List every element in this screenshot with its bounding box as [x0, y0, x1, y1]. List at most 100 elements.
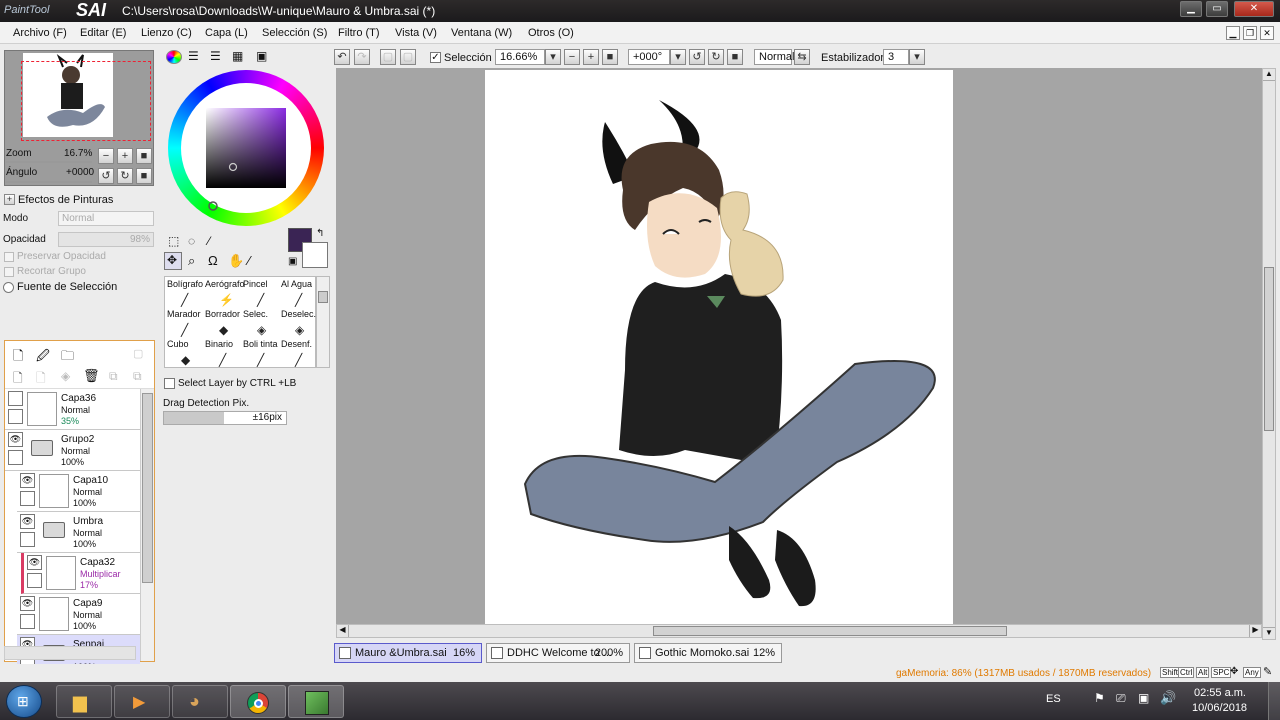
- hsv-slider-tab-icon[interactable]: ☰: [210, 49, 221, 63]
- invert-selection-button[interactable]: ▢: [400, 49, 416, 65]
- transfer-down-icon[interactable]: 🗋: [13, 369, 23, 390]
- swap-colors-icon[interactable]: ↰: [316, 228, 324, 239]
- layer-copy-icon[interactable]: ⧉: [109, 369, 118, 384]
- visibility-toggle-icon[interactable]: 👁: [20, 596, 35, 611]
- menu-editar[interactable]: Editar (E): [80, 27, 126, 39]
- visibility-toggle-icon[interactable]: 👁: [20, 473, 35, 488]
- brush-slot[interactable]: Deselec. ◈: [281, 309, 321, 339]
- rotate-left-button[interactable]: ↺: [98, 168, 114, 184]
- layer-lock-checkbox[interactable]: [27, 573, 42, 588]
- visibility-toggle-icon[interactable]: 👁: [8, 432, 23, 447]
- brush-slot[interactable]: Borrador ◆: [205, 309, 245, 339]
- undo-button[interactable]: ↶: [334, 49, 350, 65]
- swatches-tab-icon[interactable]: ▦: [232, 49, 243, 63]
- zoom-field[interactable]: 16.66%: [495, 49, 545, 65]
- menu-capa[interactable]: Capa (L): [205, 27, 248, 39]
- vscroll-up-icon[interactable]: ▲: [1263, 69, 1275, 81]
- brush-slot[interactable]: Al Agua ╱: [281, 279, 321, 309]
- doc-tab-1[interactable]: Mauro &Umbra.sai 16%: [334, 643, 482, 663]
- language-indicator[interactable]: ES: [1046, 693, 1061, 705]
- visibility-toggle-icon[interactable]: [8, 391, 23, 406]
- taskbar-media-player[interactable]: ▶: [114, 685, 170, 718]
- move-tool-icon[interactable]: ✥: [164, 252, 182, 270]
- hscroll-thumb[interactable]: [653, 626, 1007, 636]
- layer-option-icon[interactable]: ▢: [133, 347, 143, 360]
- redo-button[interactable]: ↷: [354, 49, 370, 65]
- visibility-toggle-icon[interactable]: 👁: [20, 514, 35, 529]
- layer-lock-checkbox[interactable]: [8, 409, 23, 424]
- brush-slot[interactable]: Marador ╱: [167, 309, 207, 339]
- layer-row[interactable]: Capa36 Normal 35%: [5, 389, 140, 430]
- effects-expand-icon[interactable]: +: [4, 194, 15, 205]
- toolbar-zoom-in-button[interactable]: +: [583, 49, 599, 65]
- stabilizer-field[interactable]: 3: [883, 49, 909, 65]
- hand-tool-icon[interactable]: ✋: [228, 253, 244, 269]
- vscroll-thumb[interactable]: [1264, 267, 1274, 431]
- layer-lock-checkbox[interactable]: [20, 491, 35, 506]
- rgb-slider-tab-icon[interactable]: ☰: [188, 49, 199, 63]
- toolbar-zoom-reset-button[interactable]: ■: [602, 49, 618, 65]
- show-desktop-button[interactable]: [1268, 682, 1280, 720]
- brush-slot[interactable]: Binario ╱: [205, 339, 245, 369]
- opacity-slider[interactable]: 98%: [58, 232, 154, 247]
- navigator-view-rect[interactable]: [21, 61, 151, 141]
- hscroll-left-icon[interactable]: ◀: [337, 625, 349, 637]
- brush-slot[interactable]: Bolígrafo ╱: [167, 279, 207, 309]
- device-icon[interactable]: ⎚: [1116, 691, 1126, 706]
- zoom-in-button[interactable]: +: [117, 148, 133, 164]
- canvas-area[interactable]: [336, 68, 1276, 624]
- mdi-restore-button[interactable]: ❐: [1243, 26, 1257, 40]
- volume-icon[interactable]: 🔊: [1160, 690, 1176, 706]
- clip-group-checkbox[interactable]: [4, 267, 14, 277]
- menu-archivo[interactable]: Archivo (F): [13, 27, 67, 39]
- eyedropper-icon[interactable]: ⁄: [248, 253, 250, 268]
- start-button[interactable]: ⊞: [6, 685, 42, 718]
- brush-slot[interactable]: Aerógrafo ⚡: [205, 279, 245, 309]
- zoom-out-button[interactable]: −: [98, 148, 114, 164]
- mode-select[interactable]: Normal: [58, 211, 154, 226]
- layer-row[interactable]: 👁 Capa9 Normal 100%: [17, 594, 140, 635]
- menu-ventana[interactable]: Ventana (W): [451, 27, 512, 39]
- doc-tab-3[interactable]: Gothic Momoko.sai 12%: [634, 643, 782, 663]
- brush-slot[interactable]: Selec. ◈: [243, 309, 283, 339]
- maximize-button[interactable]: ▭: [1206, 1, 1228, 17]
- color-wheel-tab-icon[interactable]: [166, 50, 182, 64]
- layer-lock-checkbox[interactable]: [20, 532, 35, 547]
- lasso-select-icon[interactable]: ◌: [188, 234, 195, 248]
- scratchpad-tab-icon[interactable]: ▣: [256, 49, 267, 63]
- layer-row[interactable]: 👁 Capa10 Normal 100%: [17, 471, 140, 512]
- doc-tab-2[interactable]: DDHC Welcome to ... 200%: [486, 643, 630, 663]
- taskbar-chrome[interactable]: [230, 685, 286, 718]
- deselect-button[interactable]: ▢: [380, 49, 396, 65]
- merge-down-icon[interactable]: 🗋: [36, 369, 46, 390]
- rotate-right-button[interactable]: ↻: [117, 168, 133, 184]
- network-icon[interactable]: ▣: [1138, 691, 1149, 705]
- layer-row[interactable]: 👁 Capa32 Multiplicar 17%: [21, 553, 140, 594]
- brush-slot[interactable]: Pincel ╱: [243, 279, 283, 309]
- layer-row[interactable]: 👁 Umbra Normal 100%: [17, 512, 140, 553]
- minimize-button[interactable]: ▁: [1180, 1, 1202, 17]
- menu-lienzo[interactable]: Lienzo (C): [141, 27, 192, 39]
- toolbar-rotate-left-button[interactable]: ↺: [689, 49, 705, 65]
- selection-source-radio[interactable]: [3, 282, 14, 293]
- selection-checkbox[interactable]: ✓: [430, 52, 441, 63]
- mdi-minimize-button[interactable]: ▁: [1226, 26, 1240, 40]
- drag-detection-slider[interactable]: ±16pix: [163, 411, 287, 425]
- layer-lock-checkbox[interactable]: [20, 614, 35, 629]
- clock-date[interactable]: 10/06/2018: [1192, 702, 1247, 714]
- layer-scroll-thumb[interactable]: [142, 393, 153, 583]
- rotate-tool-icon[interactable]: Ω: [208, 253, 218, 268]
- new-linework-layer-icon[interactable]: 🖉: [36, 347, 50, 369]
- transparent-color-icon[interactable]: ▣: [288, 256, 297, 267]
- layer-row[interactable]: 👁 Grupo2 Normal 100%: [5, 430, 140, 471]
- menu-seleccion[interactable]: Selección (S): [262, 27, 327, 39]
- zoom-tool-icon[interactable]: ⌕: [188, 253, 195, 269]
- new-layer-icon[interactable]: 🗋: [13, 347, 23, 369]
- angle-slider[interactable]: [6, 181, 92, 183]
- zoom-slider[interactable]: [6, 161, 92, 163]
- toolbar-zoom-out-button[interactable]: −: [564, 49, 580, 65]
- color-wheel[interactable]: [168, 70, 328, 230]
- taskbar-paint-tool-sai[interactable]: [288, 685, 344, 718]
- canvas-paper[interactable]: [485, 70, 953, 624]
- taskbar-explorer[interactable]: ▆: [56, 685, 112, 718]
